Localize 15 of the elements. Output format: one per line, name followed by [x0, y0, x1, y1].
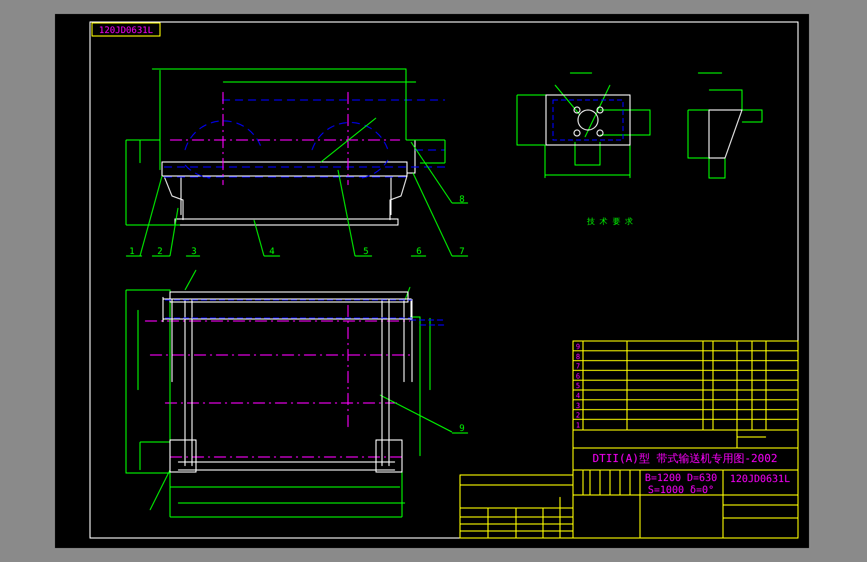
- part-callout-number: 1: [129, 247, 135, 257]
- part-callout-number: 2: [157, 247, 163, 257]
- part-callout-number: 9: [459, 424, 465, 434]
- part-callout-number: 6: [416, 247, 422, 257]
- part-callout-number: 4: [269, 247, 275, 257]
- parameter-text: S=1000 δ=0°: [648, 485, 714, 496]
- part-callout-number: 7: [459, 247, 465, 257]
- drawing-number-label: 120JD0631L: [98, 26, 154, 36]
- drawing-title: DTII(A)型 带式输送机专用图-2002: [592, 452, 778, 465]
- part-callout-number: 3: [191, 247, 197, 257]
- parameter-text: B=1200 D=630: [644, 473, 718, 484]
- part-callout-number: 5: [363, 247, 369, 257]
- technical-requirements-heading: 技 术 要 求: [586, 217, 634, 226]
- drawing-number: 120JD0631L: [730, 474, 790, 485]
- part-callout-number: 8: [459, 195, 465, 205]
